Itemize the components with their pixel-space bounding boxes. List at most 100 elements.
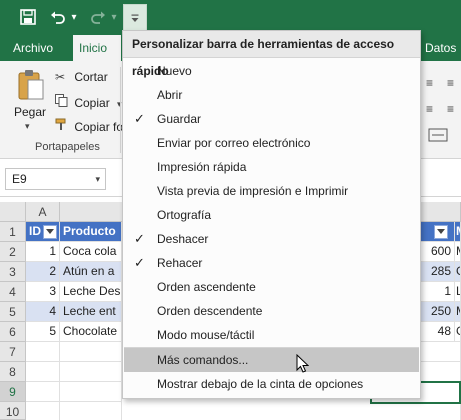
chevron-down-icon: ▾ <box>111 11 117 23</box>
empty-cell[interactable] <box>26 342 60 362</box>
row-header[interactable]: 10 <box>0 402 26 420</box>
cell-value[interactable]: 1 <box>421 282 455 302</box>
filter-dropdown-icon[interactable] <box>434 225 448 239</box>
menu-item-label: Mostrar debajo de la cinta de opciones <box>157 377 364 391</box>
row-header-selected[interactable]: 9 <box>0 382 26 402</box>
row-header[interactable]: 1 <box>0 222 26 242</box>
cell-id[interactable]: 4 <box>26 302 60 322</box>
customize-qat-button[interactable] <box>123 4 147 31</box>
merge-cells-icon[interactable] <box>428 127 456 145</box>
menu-item-orden-descendente[interactable]: Orden descendente <box>124 299 419 323</box>
cell-id[interactable]: 3 <box>26 282 60 302</box>
select-all-corner[interactable] <box>0 202 26 222</box>
empty-cell[interactable] <box>26 362 60 382</box>
row-header[interactable]: 7 <box>0 342 26 362</box>
cell-value[interactable]: 285 <box>421 262 455 282</box>
row-header[interactable]: 3 <box>0 262 26 282</box>
align-center-icon[interactable]: ≡ <box>426 102 433 116</box>
menu-item-label: Orden descendente <box>157 304 263 318</box>
format-painter-label: Copiar fo <box>74 120 124 134</box>
cell-value[interactable]: 600 <box>421 242 455 262</box>
checkmark-icon <box>134 59 148 83</box>
paste-button[interactable]: Pegar ▾ <box>14 69 48 139</box>
copy-label: Copiar <box>74 96 110 110</box>
table-header-filter-cell[interactable] <box>421 222 455 242</box>
name-box[interactable]: E9 ▾ <box>5 168 106 190</box>
empty-cell[interactable] <box>60 402 122 420</box>
table-header-id[interactable]: ID <box>26 222 60 242</box>
cell-producto[interactable]: Atún en a <box>60 262 122 282</box>
row-header[interactable]: 6 <box>0 322 26 342</box>
redo-dropdown-button[interactable]: ▾ <box>107 4 121 30</box>
cell-unit[interactable]: M <box>455 242 461 262</box>
cell-producto[interactable]: Leche Des <box>60 282 122 302</box>
menu-item-enviar-correo[interactable]: Enviar por correo electrónico <box>124 131 419 155</box>
cell-unit[interactable]: G <box>455 322 461 342</box>
table-header-id-label: ID <box>29 224 41 238</box>
cell-id[interactable]: 2 <box>26 262 60 282</box>
chevron-down-icon[interactable]: ▾ <box>95 169 100 189</box>
cell-unit[interactable]: M <box>455 302 461 322</box>
align-left-icon[interactable]: ≡ <box>447 76 454 90</box>
menu-item-label: Vista previa de impresión e Imprimir <box>157 184 349 198</box>
checkmark-icon: ✓ <box>134 111 145 126</box>
cell-producto[interactable]: Coca cola <box>60 242 122 262</box>
empty-cell[interactable] <box>421 342 461 362</box>
cell-unit[interactable]: G <box>455 262 461 282</box>
table-header-producto[interactable]: Producto <box>60 222 122 242</box>
menu-item-ortografia[interactable]: Ortografía <box>124 203 419 227</box>
chevron-down-icon: ▾ <box>25 121 30 131</box>
row-header[interactable]: 8 <box>0 362 26 382</box>
align-top-icon[interactable]: ≡ <box>426 76 433 90</box>
menu-title: Personalizar barra de herramientas de ac… <box>123 31 420 78</box>
menu-item-modo-mouse-tactil[interactable]: Modo mouse/táctil <box>124 323 419 347</box>
cut-button[interactable]: ✂ Cortar <box>55 70 108 84</box>
empty-cell[interactable] <box>60 362 122 382</box>
table-header-last[interactable]: M <box>455 222 461 242</box>
save-button[interactable] <box>16 4 40 30</box>
checkmark-icon <box>134 203 148 227</box>
menu-item-label: Impresión rápida <box>157 160 247 174</box>
cell-producto[interactable]: Leche ent <box>60 302 122 322</box>
menu-item-rehacer[interactable]: ✓ Rehacer <box>124 251 419 275</box>
empty-cell[interactable] <box>421 402 461 420</box>
menu-item-vista-previa[interactable]: Vista previa de impresión e Imprimir <box>124 179 419 203</box>
cell-unit[interactable]: L <box>455 282 461 302</box>
menu-item-deshacer[interactable]: ✓ Deshacer <box>124 227 419 251</box>
cell-value[interactable]: 48 <box>421 322 455 342</box>
menu-item-abrir[interactable]: Abrir <box>124 83 419 107</box>
table-header-producto-label: Producto <box>63 224 116 238</box>
copy-button[interactable]: Copiar ▾ <box>55 94 122 110</box>
empty-cell[interactable] <box>421 362 461 382</box>
empty-cell[interactable] <box>60 382 122 402</box>
menu-item-orden-ascendente[interactable]: Orden ascendente <box>124 275 419 299</box>
menu-item-impresion-rapida[interactable]: Impresión rápida <box>124 155 419 179</box>
cell-value[interactable]: 250 <box>421 302 455 322</box>
cell-id[interactable]: 5 <box>26 322 60 342</box>
tab-archivo[interactable]: Archivo <box>7 35 59 61</box>
menu-item-guardar[interactable]: ✓ Guardar <box>124 107 419 131</box>
cell-producto[interactable]: Chocolate <box>60 322 122 342</box>
undo-dropdown-button[interactable]: ▾ <box>67 4 81 30</box>
menu-item-nuevo[interactable]: Nuevo <box>124 59 419 83</box>
align-right-icon[interactable]: ≡ <box>447 102 454 116</box>
tab-datos[interactable]: Datos <box>419 35 461 61</box>
row-header[interactable]: 2 <box>0 242 26 262</box>
column-header-a[interactable]: A <box>26 202 60 222</box>
filter-dropdown-icon[interactable] <box>43 225 57 239</box>
format-painter-button[interactable]: Copiar fo <box>55 118 123 134</box>
empty-cell[interactable] <box>60 342 122 362</box>
row-header[interactable]: 5 <box>0 302 26 322</box>
row-header[interactable]: 4 <box>0 282 26 302</box>
checkmark-icon <box>134 299 148 323</box>
menu-item-mas-comandos[interactable]: Más comandos... <box>124 348 419 372</box>
menu-item-label: Orden ascendente <box>157 280 256 294</box>
chevron-down-icon: ▾ <box>71 11 77 23</box>
tab-inicio[interactable]: Inicio <box>73 35 121 61</box>
customize-qat-menu: Personalizar barra de herramientas de ac… <box>122 30 421 399</box>
cell-id[interactable]: 1 <box>26 242 60 262</box>
empty-cell[interactable] <box>26 382 60 402</box>
menu-item-mostrar-debajo[interactable]: Mostrar debajo de la cinta de opciones <box>124 372 419 396</box>
menu-item-label: Deshacer <box>157 232 209 246</box>
empty-cell[interactable] <box>26 402 60 420</box>
